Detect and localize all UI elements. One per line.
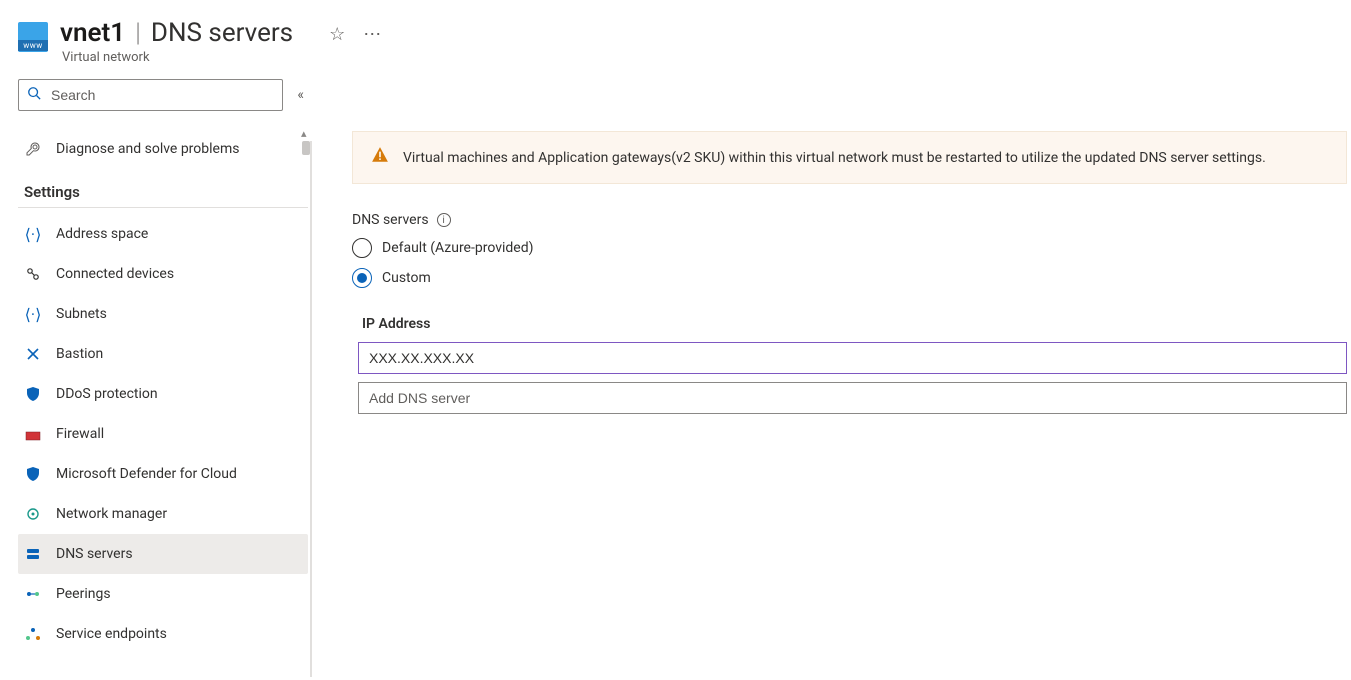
nav-label: Subnets [56, 306, 107, 322]
resource-type-label: Virtual network [60, 50, 293, 65]
sidebar-search[interactable] [18, 79, 283, 111]
connected-devices-icon [24, 265, 42, 283]
nav-peerings[interactable]: Peerings [18, 574, 308, 614]
warning-banner: Virtual machines and Application gateway… [352, 131, 1347, 184]
vnet-resource-icon [18, 22, 48, 52]
field-label-text: DNS servers [352, 212, 429, 228]
network-manager-icon [24, 505, 42, 523]
dns-servers-icon [24, 545, 42, 563]
title-separator: | [131, 18, 145, 48]
page-title: DNS servers [151, 18, 293, 48]
ip-address-heading: IP Address [362, 316, 1351, 332]
radio-button-icon [352, 238, 372, 258]
nav-label: Firewall [56, 426, 104, 442]
subnets-icon: ⟨·⟩ [24, 305, 42, 323]
nav-label: Network manager [56, 506, 167, 522]
nav-label: Address space [56, 226, 148, 242]
radio-label: Custom [382, 270, 431, 286]
radio-custom[interactable]: Custom [352, 268, 1351, 288]
service-endpoints-icon [24, 625, 42, 643]
wrench-icon [24, 140, 42, 158]
nav-firewall[interactable]: Firewall [18, 414, 308, 454]
radio-label: Default (Azure-provided) [382, 240, 533, 256]
sidebar-section-settings: Settings [18, 183, 308, 208]
info-icon[interactable]: i [437, 213, 451, 227]
peerings-icon [24, 585, 42, 603]
dns-servers-field-label: DNS servers i [352, 212, 1351, 228]
nav-bastion[interactable]: Bastion [18, 334, 308, 374]
ip-address-input[interactable] [358, 342, 1347, 374]
resource-name: vnet1 [60, 18, 125, 48]
nav-label: DDoS protection [56, 386, 158, 402]
nav-diagnose[interactable]: Diagnose and solve problems [18, 129, 308, 169]
favorite-star-icon[interactable]: ☆ [329, 26, 345, 44]
nav-label: Microsoft Defender for Cloud [56, 466, 237, 482]
main-content: Virtual machines and Application gateway… [312, 71, 1351, 677]
shield-icon [24, 385, 42, 403]
bastion-icon [24, 345, 42, 363]
warning-banner-text: Virtual machines and Application gateway… [403, 150, 1266, 166]
nav-label: DNS servers [56, 546, 133, 562]
nav-label: Service endpoints [56, 626, 167, 642]
defender-shield-icon [24, 465, 42, 483]
sidebar: « Diagnose and solve problems Settings ⟨… [0, 71, 312, 677]
nav-ddos[interactable]: DDoS protection [18, 374, 308, 414]
nav-network-manager[interactable]: Network manager [18, 494, 308, 534]
nav-defender[interactable]: Microsoft Defender for Cloud [18, 454, 308, 494]
add-dns-server-input[interactable] [358, 382, 1347, 414]
nav-subnets[interactable]: ⟨·⟩ Subnets [18, 294, 308, 334]
nav-service-endpoints[interactable]: Service endpoints [18, 614, 308, 654]
radio-button-checked-icon [352, 268, 372, 288]
radio-default[interactable]: Default (Azure-provided) [352, 238, 1351, 258]
sidebar-scroll-thumb[interactable] [302, 141, 310, 155]
search-icon [27, 86, 41, 104]
nav-dns-servers[interactable]: DNS servers [18, 534, 308, 574]
sidebar-search-input[interactable] [49, 86, 274, 104]
firewall-icon [24, 425, 42, 443]
breadcrumb-title: vnet1 | DNS servers [60, 18, 293, 48]
nav-label: Connected devices [56, 266, 174, 282]
more-actions-icon[interactable]: ⋯ [363, 26, 381, 44]
nav-label: Peerings [56, 586, 111, 602]
nav-label: Bastion [56, 346, 103, 362]
nav-connected-devices[interactable]: Connected devices [18, 254, 308, 294]
nav-label: Diagnose and solve problems [56, 141, 239, 157]
collapse-sidebar-icon[interactable]: « [293, 83, 308, 107]
page-header: vnet1 | DNS servers Virtual network ☆ ⋯ [0, 0, 1351, 71]
address-space-icon: ⟨·⟩ [24, 225, 42, 243]
warning-triangle-icon [371, 146, 389, 169]
nav-address-space[interactable]: ⟨·⟩ Address space [18, 214, 308, 254]
